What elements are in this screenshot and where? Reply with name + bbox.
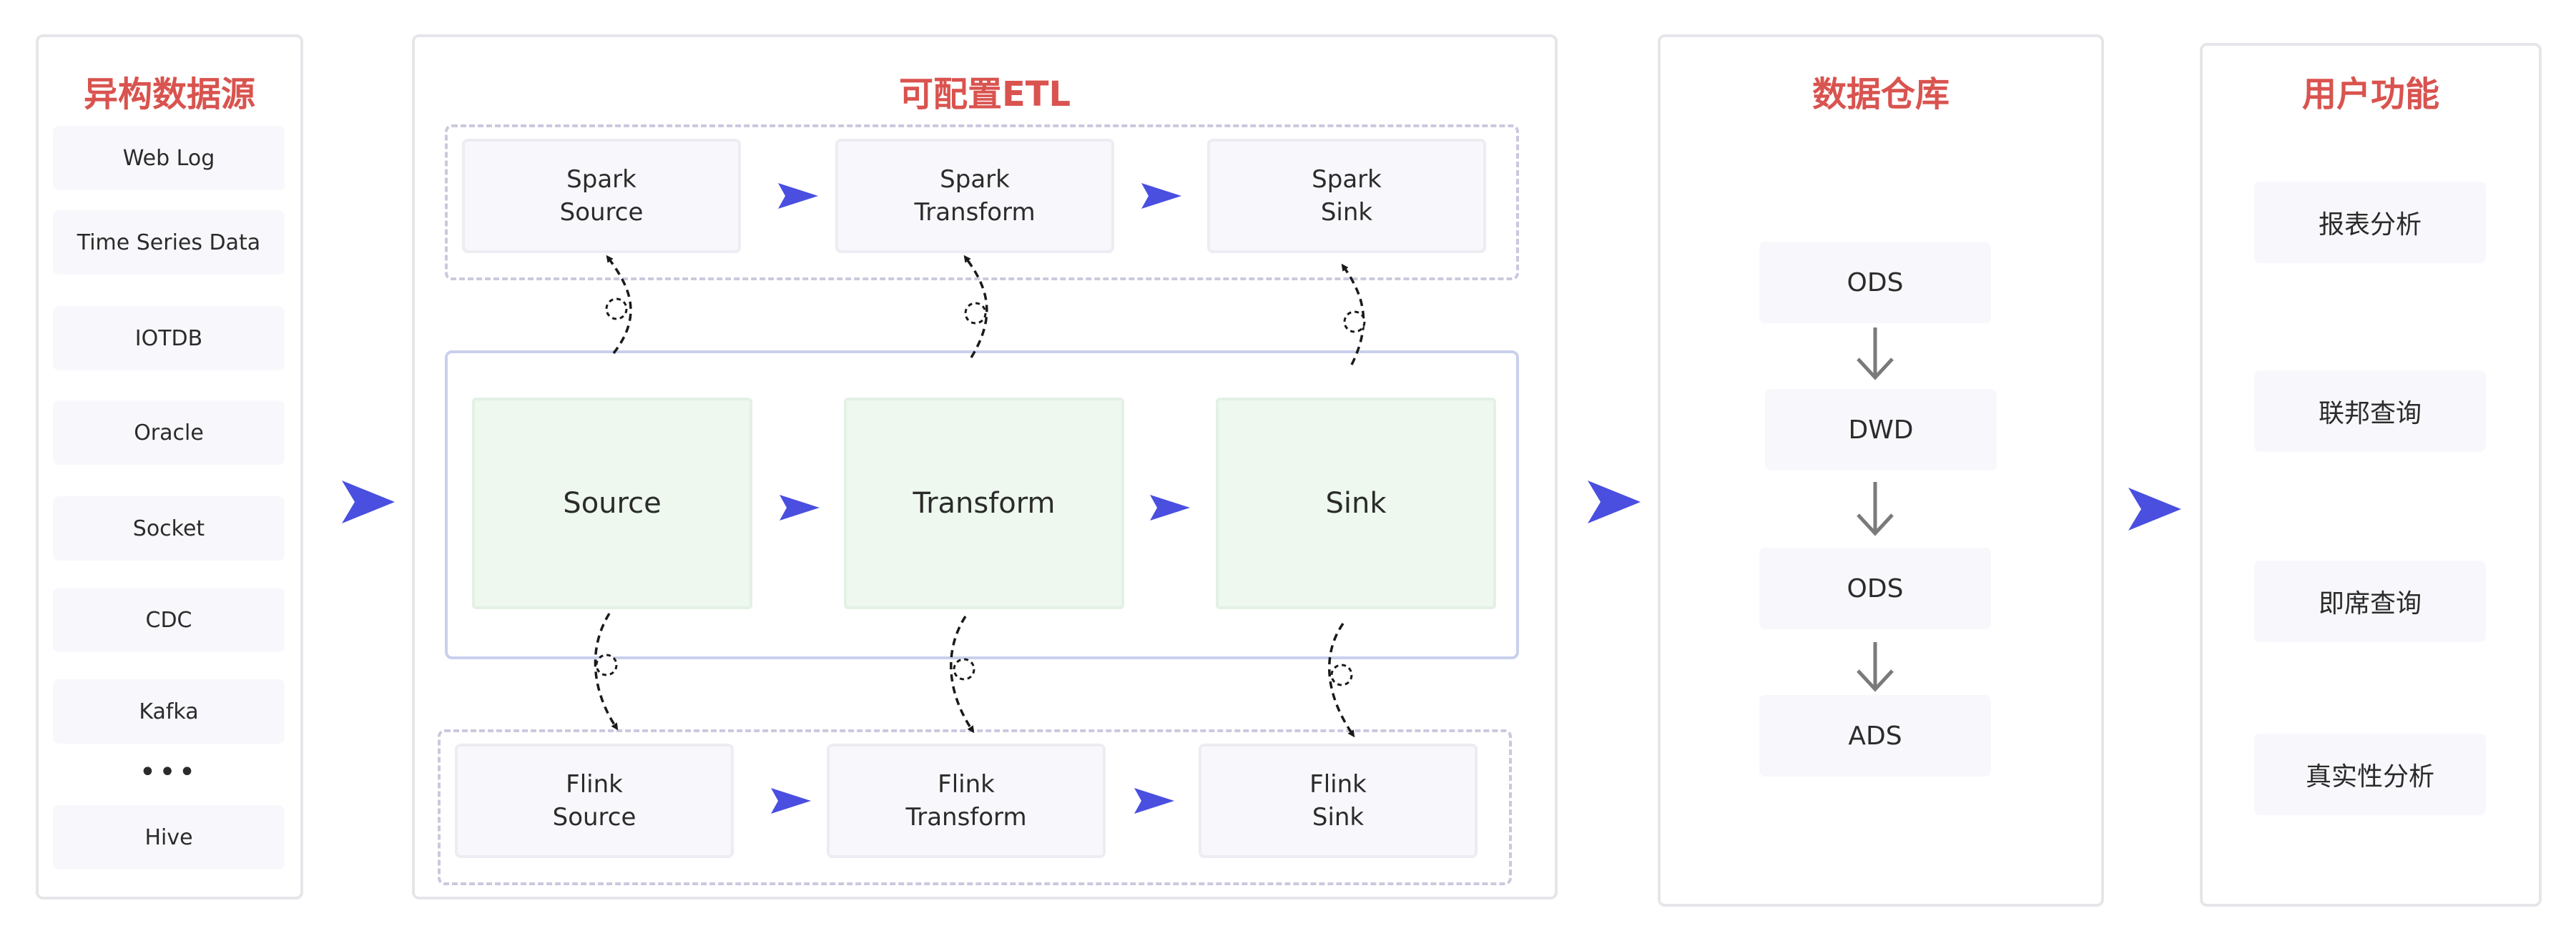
- user-authenticity-analysis: 真实性分析: [2254, 734, 2486, 815]
- spark-source: Spark Source: [462, 139, 741, 253]
- warehouse-ods-1: ODS: [1759, 242, 1991, 323]
- warehouse-ods-2: ODS: [1759, 548, 1991, 629]
- flink-source: Flink Source: [455, 744, 734, 858]
- source-kafka: Kafka: [53, 679, 285, 744]
- etl-title: 可配置ETL: [898, 74, 1071, 114]
- warehouse-ads: ADS: [1759, 695, 1991, 777]
- sources-title: 异构数据源: [83, 74, 255, 114]
- source-cdc: CDC: [53, 588, 285, 652]
- stage-transform: Transform: [844, 398, 1124, 609]
- source-oracle: Oracle: [53, 400, 285, 465]
- arrow-etl-to-warehouse: [1588, 481, 1641, 523]
- spark-sink: Spark Sink: [1207, 139, 1486, 253]
- warehouse-title: 数据仓库: [1811, 74, 1950, 114]
- spark-transform: Spark Transform: [835, 139, 1114, 253]
- source-socket: Socket: [53, 496, 285, 561]
- user-adhoc-query: 即席查询: [2254, 561, 2486, 642]
- user-report-analysis: 报表分析: [2254, 182, 2486, 263]
- source-web-log: Web Log: [53, 126, 285, 190]
- source-iotdb: IOTDB: [53, 306, 285, 370]
- stage-sink: Sink: [1216, 398, 1496, 609]
- warehouse-dwd: DWD: [1765, 389, 1997, 470]
- stage-source: Source: [472, 398, 752, 609]
- sources-ellipsis: •••: [139, 756, 199, 789]
- user-federated-query: 联邦查询: [2254, 370, 2486, 452]
- source-time-series: Time Series Data: [53, 210, 285, 275]
- source-hive: Hive: [53, 805, 285, 869]
- flink-transform: Flink Transform: [827, 744, 1106, 858]
- flink-sink: Flink Sink: [1199, 744, 1478, 858]
- user-title: 用户功能: [2301, 74, 2439, 114]
- arrow-sources-to-etl: [342, 481, 395, 523]
- arrow-warehouse-to-user: [2128, 488, 2181, 531]
